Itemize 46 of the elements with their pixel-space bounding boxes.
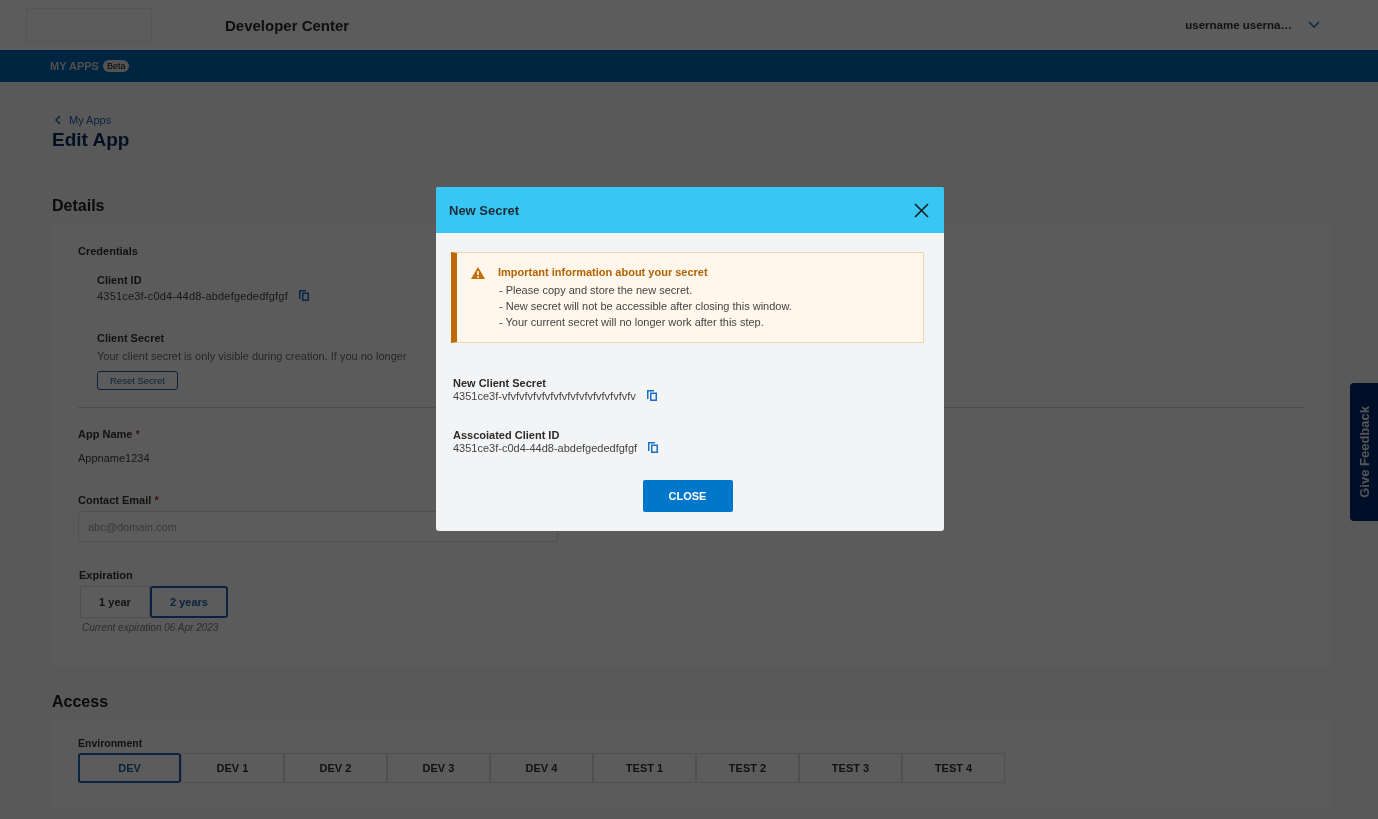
expiration-option[interactable]: 2 years: [150, 586, 228, 618]
alert-line: - Please copy and store the new secret.: [498, 283, 694, 298]
credentials-heading: Credentials: [78, 245, 138, 257]
warning-icon: [471, 267, 485, 279]
field-value: 4351ce3f-c0d4-44d8-abdefgededfgfgf: [453, 441, 638, 454]
reset-secret-button[interactable]: Reset Secret: [97, 371, 178, 390]
environment-tab[interactable]: TEST 4: [902, 753, 1005, 783]
client-id-value: 4351ce3f-c0d4-44d8-abdefgededfgfgf: [97, 289, 288, 302]
alert-line: - New secret will not be accessible after closing this window.: [498, 299, 792, 314]
page-title: Edit App: [52, 129, 131, 151]
nav-link[interactable]: MY APPS Beta: [50, 60, 130, 72]
field-label: Environment: [78, 737, 143, 749]
close-button[interactable]: CLOSE: [642, 480, 733, 512]
beta-badge: Beta: [102, 60, 130, 72]
section-heading: Details: [52, 197, 105, 215]
environment-tab[interactable]: DEV 4: [490, 753, 593, 783]
user-menu[interactable]: username userna…: [1185, 19, 1320, 31]
environment-tab[interactable]: DEV 1: [181, 753, 284, 783]
field-label: Client ID: [97, 274, 142, 286]
environment-tab[interactable]: TEST 2: [696, 753, 799, 783]
field-label: App Name *: [78, 428, 140, 440]
field-label: Asscoiated Client ID: [453, 429, 561, 441]
environment-tab[interactable]: DEV 3: [387, 753, 490, 783]
field-label: Expiration: [78, 569, 133, 581]
back-link[interactable]: My Apps: [52, 114, 112, 126]
environment-tab[interactable]: DEV 2: [284, 753, 387, 783]
copy-icon[interactable]: [645, 389, 658, 402]
app-name-value: Appname1234: [78, 452, 151, 464]
app-title: Developer Center: [225, 16, 350, 34]
expiration-option[interactable]: 1 year: [80, 586, 150, 618]
environment-tab[interactable]: TEST 1: [593, 753, 696, 783]
alert-title: Important information about your secret: [498, 266, 709, 278]
field-label: Contact Email *: [78, 494, 159, 506]
dialog-title: New Secret: [449, 202, 520, 218]
section-heading: Access: [52, 693, 109, 711]
field-label: New Client Secret: [453, 377, 547, 389]
feedback-tab[interactable]: Give Feedback: [1350, 383, 1378, 521]
environment-tab[interactable]: TEST 3: [799, 753, 902, 783]
field-label: Client Secret: [97, 332, 165, 344]
environment-tab[interactable]: DEV: [78, 753, 181, 783]
close-icon[interactable]: [914, 202, 929, 218]
copy-icon[interactable]: [647, 441, 660, 454]
alert-line: - Your current secret will no longer work after this step.: [498, 315, 765, 330]
field-value: 4351ce3f-vfvfvfvfvfvfvfvfvfvfvfvfvfvfvfv: [453, 389, 636, 402]
chevron-left-icon: [54, 115, 61, 125]
chevron-down-icon: [1308, 21, 1320, 29]
